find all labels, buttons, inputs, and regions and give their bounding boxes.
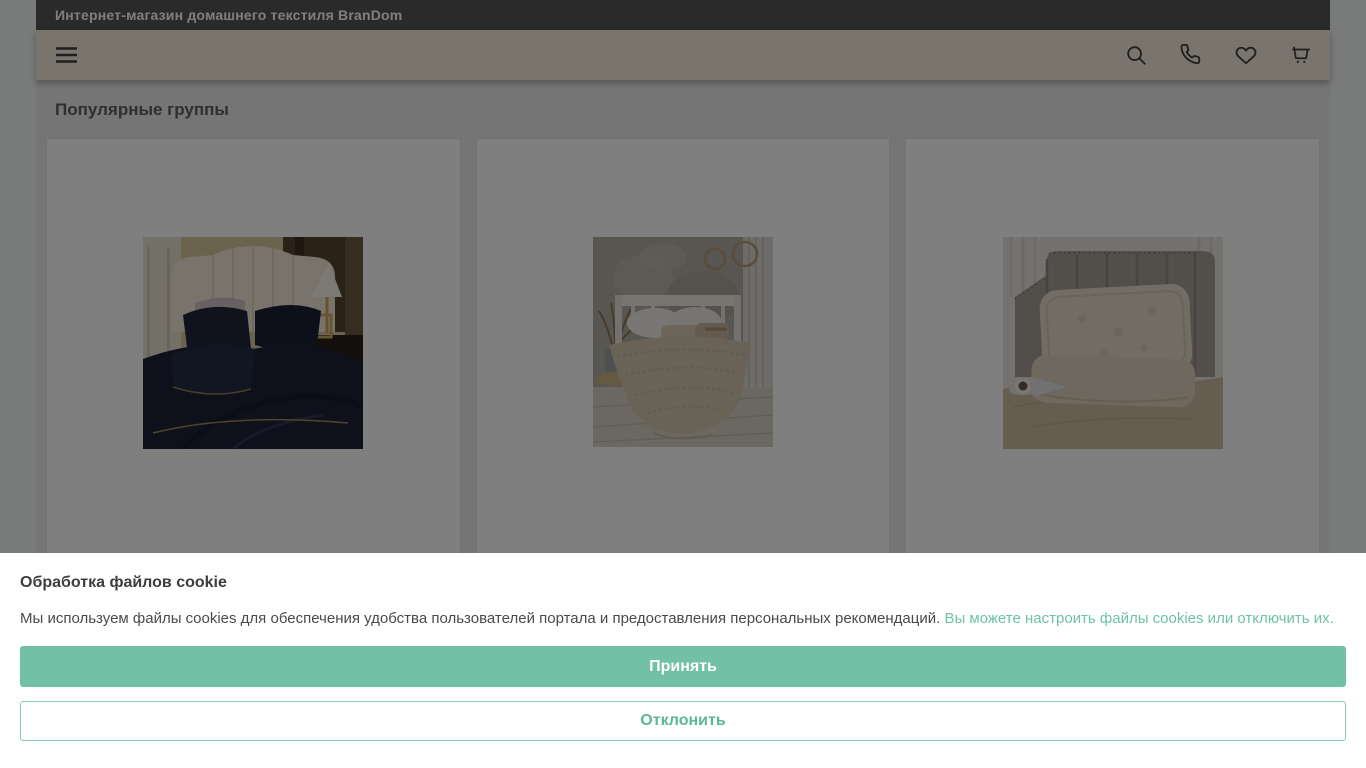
cookie-banner-message: Мы используем файлы cookies для обеспече…: [20, 609, 1346, 628]
cookie-settings-link[interactable]: Вы можете настроить файлы cookies или от…: [944, 610, 1333, 627]
decline-cookies-button[interactable]: Отклонить: [20, 701, 1346, 741]
cookie-message-text: Мы используем файлы cookies для обеспече…: [20, 610, 941, 627]
cookie-banner: Обработка файлов cookie Мы используем фа…: [0, 553, 1366, 768]
page: Интернет-магазин домашнего текстиля Bran…: [0, 0, 1366, 768]
cookie-banner-title: Обработка файлов cookie: [20, 574, 227, 591]
accept-cookies-button[interactable]: Принять: [20, 646, 1346, 687]
